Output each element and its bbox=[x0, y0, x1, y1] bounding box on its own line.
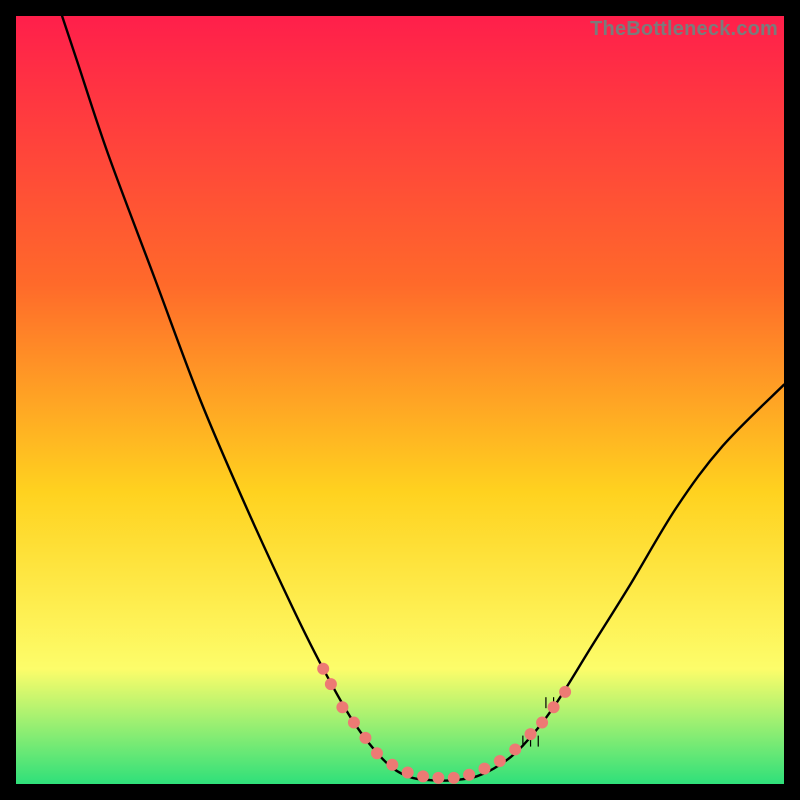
curve-marker-dot bbox=[317, 663, 329, 675]
chart-frame: TheBottleneck.com bbox=[16, 16, 784, 784]
curve-marker-dot bbox=[536, 717, 548, 729]
chart-svg bbox=[16, 16, 784, 784]
curve-marker-dot bbox=[402, 766, 414, 778]
curve-marker-dot bbox=[559, 686, 571, 698]
curve-marker-dot bbox=[348, 717, 360, 729]
curve-marker-dot bbox=[463, 769, 475, 781]
curve-marker-dot bbox=[336, 701, 348, 713]
curve-marker-dot bbox=[371, 747, 383, 759]
curve-marker-dot bbox=[432, 772, 444, 784]
watermark-text: TheBottleneck.com bbox=[590, 18, 778, 41]
curve-marker-dot bbox=[494, 755, 506, 767]
curve-marker-dot bbox=[386, 759, 398, 771]
curve-marker-dot bbox=[359, 732, 371, 744]
curve-marker-dot bbox=[417, 770, 429, 782]
curve-marker-dot bbox=[325, 678, 337, 690]
curve-marker-dot bbox=[448, 772, 460, 784]
curve-marker-dot bbox=[509, 743, 521, 755]
curve-marker-dot bbox=[478, 763, 490, 775]
curve-marker-dot bbox=[525, 728, 537, 740]
chart-background bbox=[16, 16, 784, 784]
curve-marker-dot bbox=[548, 701, 560, 713]
